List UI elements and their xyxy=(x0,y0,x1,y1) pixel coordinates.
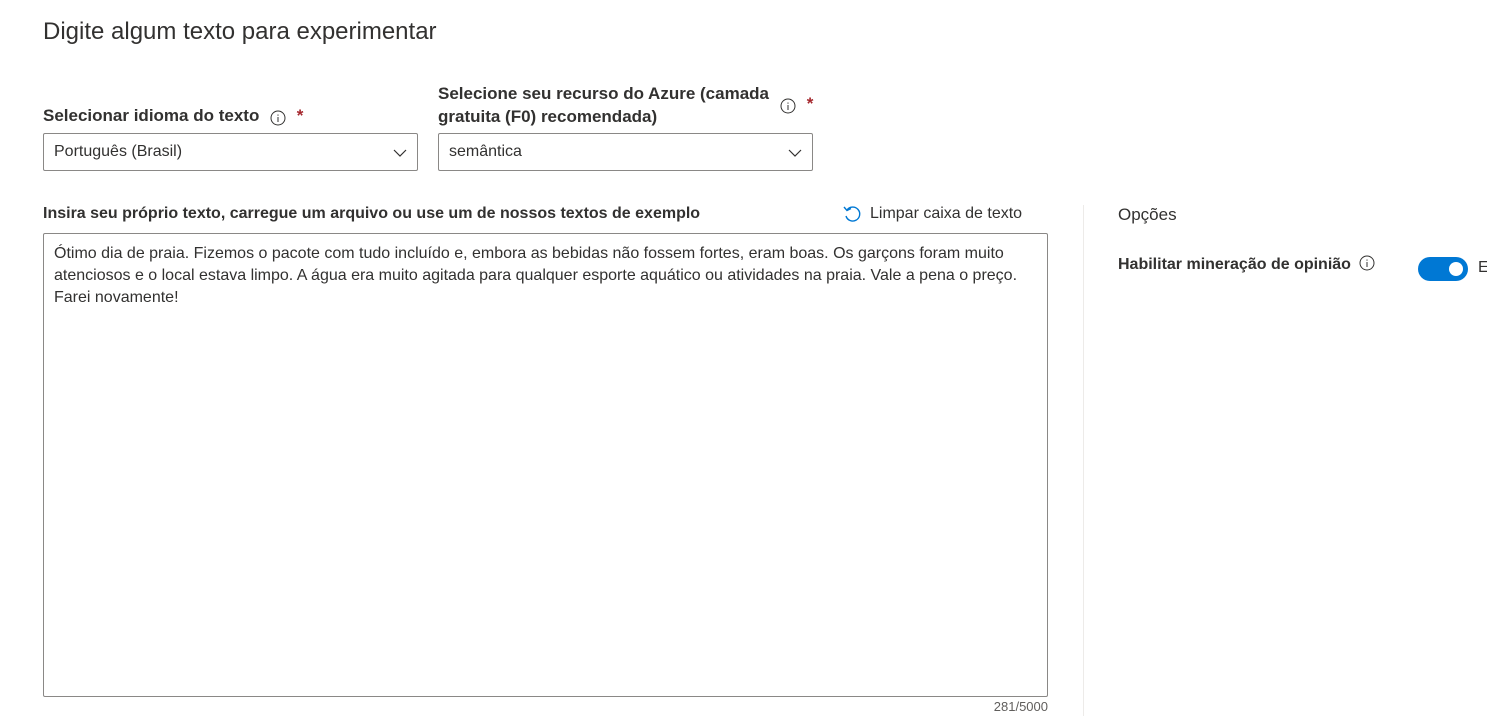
info-icon[interactable] xyxy=(270,109,286,126)
resource-select[interactable]: semântica xyxy=(438,133,813,171)
info-icon[interactable] xyxy=(1359,255,1375,271)
resource-info-row: * xyxy=(780,92,813,115)
language-label-row: Selecionar idioma do texto * xyxy=(43,104,303,127)
toggle-knob xyxy=(1449,262,1463,276)
required-mark: * xyxy=(806,94,814,113)
opinion-mining-state: E xyxy=(1478,259,1487,276)
opinion-mining-toggle[interactable] xyxy=(1418,257,1468,281)
info-icon[interactable] xyxy=(780,97,796,114)
options-heading: Opções xyxy=(1118,205,1177,224)
opinion-mining-label: Habilitar mineração de opinião xyxy=(1118,256,1351,273)
language-select-value: Português (Brasil) xyxy=(54,143,183,160)
page: Digite algum texto para experimentar Sel… xyxy=(0,0,1487,716)
chevron-down-icon xyxy=(788,149,802,157)
resource-label-line2: gratuita (F0) recomendada) xyxy=(438,107,658,126)
chevron-down-icon xyxy=(393,149,407,157)
required-mark: * xyxy=(296,106,304,125)
input-section-label: Insira seu próprio texto, carregue um ar… xyxy=(43,205,701,222)
opinion-mining-row: Habilitar mineração de opinião E xyxy=(1118,255,1487,281)
divider xyxy=(1083,205,1084,716)
language-select[interactable]: Português (Brasil) xyxy=(43,133,418,171)
resource-select-value: semântica xyxy=(449,143,522,160)
character-counter: 281/5000 xyxy=(993,699,1048,714)
language-label: Selecionar idioma do texto xyxy=(43,106,260,125)
resource-label-row: Selecione seu recurso do Azure (camada g… xyxy=(438,82,769,128)
text-input-area[interactable]: Ótimo dia de praia. Fizemos o pacote com… xyxy=(43,233,1048,697)
clear-textbox-label: Limpar caixa de texto xyxy=(870,205,1023,222)
clear-textbox-button[interactable]: Limpar caixa de texto xyxy=(842,204,1022,224)
resource-label-line1: Selecione seu recurso do Azure (camada xyxy=(438,84,769,103)
page-title: Digite algum texto para experimentar xyxy=(43,18,437,45)
undo-icon xyxy=(843,206,861,222)
